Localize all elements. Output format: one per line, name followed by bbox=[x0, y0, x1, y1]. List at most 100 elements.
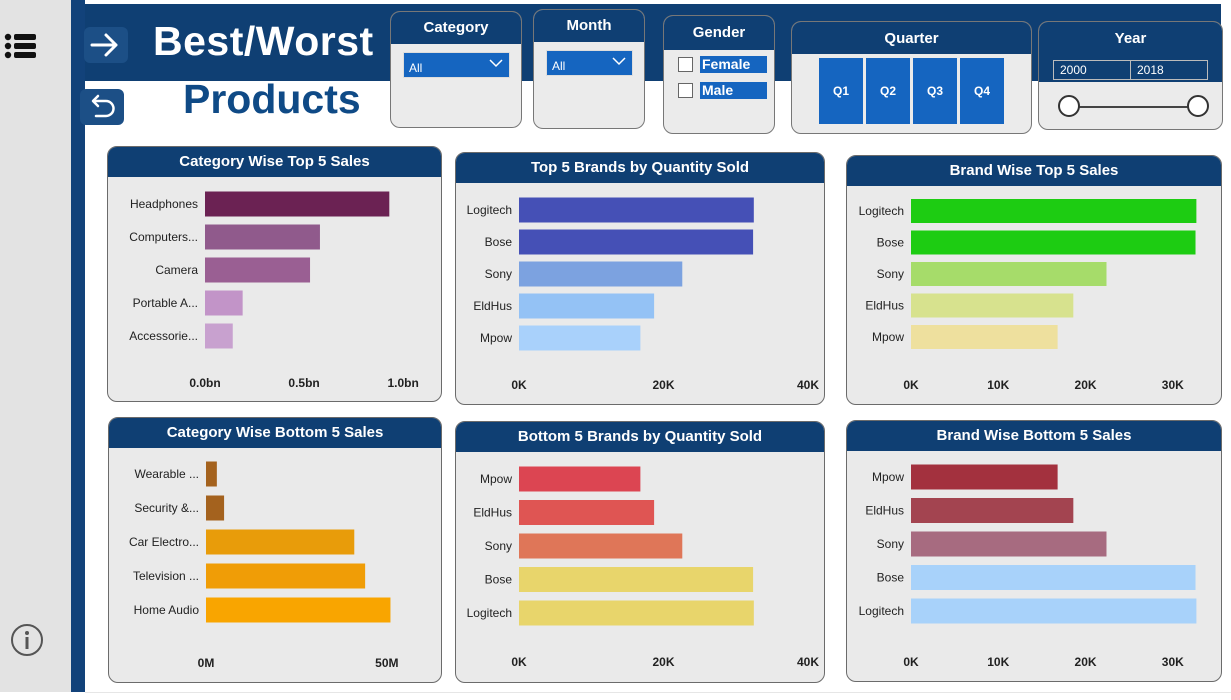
checkbox[interactable] bbox=[678, 57, 693, 72]
bar bbox=[519, 533, 683, 559]
bar bbox=[911, 531, 1107, 557]
x-tick-label: 40K bbox=[797, 378, 819, 392]
category-label: Sony bbox=[485, 267, 512, 281]
category-label: Logitech bbox=[859, 604, 904, 618]
x-tick-label: 20K bbox=[1075, 378, 1097, 392]
quarter-slicer: Quarter Q1 Q2 Q3 Q4 bbox=[791, 21, 1032, 134]
x-tick-label: 30K bbox=[1162, 378, 1184, 392]
bar bbox=[911, 565, 1196, 590]
category-label: Sony bbox=[485, 539, 512, 553]
category-label: Television ... bbox=[133, 569, 199, 583]
category-label: Bose bbox=[485, 235, 513, 249]
x-tick-label: 0K bbox=[511, 655, 527, 669]
category-label: EldHus bbox=[473, 299, 512, 313]
category-label: Mpow bbox=[872, 470, 904, 484]
category-dropdown[interactable]: All bbox=[403, 52, 510, 78]
quarter-button-q3[interactable]: Q3 bbox=[913, 58, 957, 124]
year-from-input[interactable]: 2000 bbox=[1053, 60, 1131, 80]
bar bbox=[519, 197, 754, 223]
year-to-input[interactable]: 2018 bbox=[1130, 60, 1208, 80]
category-label: Bose bbox=[485, 573, 513, 587]
back-arrow-icon bbox=[91, 94, 115, 118]
chart-plot: Logitech Bose Sony EldHus Mpow 0K 20K 40K bbox=[467, 197, 819, 392]
bar bbox=[205, 323, 233, 349]
x-tick-label: 20K bbox=[652, 655, 674, 669]
left-nav-rail bbox=[0, 0, 72, 692]
bar bbox=[205, 290, 243, 316]
x-tick-label: 20K bbox=[652, 378, 674, 392]
bar bbox=[911, 325, 1058, 349]
chart-category-top5: Category Wise Top 5 Sales Headphones Comp… bbox=[107, 146, 442, 402]
year-slicer: Year 2000 2018 bbox=[1038, 21, 1223, 130]
bar bbox=[519, 500, 655, 525]
year-slider-end-handle[interactable] bbox=[1187, 95, 1209, 117]
bar bbox=[911, 199, 1197, 223]
month-slicer-label: Month bbox=[534, 10, 644, 42]
chart-brand-qty-top5: Top 5 Brands by Quantity Sold Logitech Bo… bbox=[455, 152, 825, 405]
arrow-right-icon bbox=[90, 33, 118, 57]
category-label: Bose bbox=[877, 571, 905, 585]
chart-plot: Mpow EldHus Sony Bose Logitech 0K 10K 20K 30K bbox=[859, 464, 1197, 669]
bar bbox=[206, 597, 391, 623]
bar bbox=[519, 229, 754, 255]
x-tick-label: 10K bbox=[987, 378, 1009, 392]
bar bbox=[519, 261, 683, 287]
x-tick-label: 0K bbox=[903, 378, 919, 392]
forward-button[interactable] bbox=[84, 27, 128, 63]
x-tick-label: 0.0bn bbox=[189, 376, 220, 390]
category-label: EldHus bbox=[473, 506, 512, 520]
chart-plot: Logitech Bose Sony EldHus Mpow 0K 10K 20K 30K bbox=[859, 199, 1197, 392]
chart-plot: Headphones Computers... Camera Portable A..… bbox=[129, 191, 419, 390]
year-slider-track bbox=[1069, 106, 1199, 108]
year-slicer-label: Year bbox=[1039, 22, 1222, 54]
menu-icon[interactable] bbox=[4, 32, 38, 60]
chart-category-bottom5: Category Wise Bottom 5 Sales Wearable ..… bbox=[108, 417, 442, 683]
quarter-button-q2[interactable]: Q2 bbox=[866, 58, 910, 124]
page-subtitle: Products bbox=[183, 76, 361, 122]
bar bbox=[911, 230, 1196, 255]
x-tick-label: 30K bbox=[1162, 655, 1184, 669]
chart-brand-qty-bottom5: Bottom 5 Brands by Quantity Sold Mpow Eld… bbox=[455, 421, 825, 683]
category-label: Headphones bbox=[130, 197, 198, 211]
x-tick-label: 0M bbox=[198, 656, 215, 670]
bar bbox=[519, 293, 655, 319]
category-label: Accessorie... bbox=[129, 329, 198, 343]
gender-slicer: Gender Female Male bbox=[663, 15, 775, 134]
month-dropdown[interactable]: All bbox=[546, 50, 633, 76]
category-label: Mpow bbox=[480, 472, 512, 486]
x-tick-label: 50M bbox=[375, 656, 398, 670]
chart-plot: Wearable ... Security &... Car Electro... T… bbox=[129, 461, 399, 670]
back-button[interactable] bbox=[80, 89, 124, 125]
bar bbox=[206, 461, 217, 487]
bar bbox=[205, 224, 320, 250]
info-icon[interactable] bbox=[10, 623, 44, 657]
x-tick-label: 0.5bn bbox=[288, 376, 319, 390]
category-label: EldHus bbox=[865, 504, 904, 518]
x-tick-label: 10K bbox=[987, 655, 1009, 669]
category-label: Logitech bbox=[859, 204, 904, 218]
category-label: Logitech bbox=[467, 606, 512, 620]
category-label: Sony bbox=[877, 537, 904, 551]
bar bbox=[205, 191, 390, 217]
category-slicer-label: Category bbox=[391, 12, 521, 44]
quarter-slicer-label: Quarter bbox=[792, 22, 1031, 54]
page-title: Best/Worst bbox=[153, 18, 374, 64]
bar bbox=[206, 529, 355, 555]
x-tick-label: 40K bbox=[797, 655, 819, 669]
checkbox[interactable] bbox=[678, 83, 693, 98]
category-label: Bose bbox=[877, 236, 905, 250]
category-label: Computers... bbox=[129, 230, 198, 244]
category-label: Car Electro... bbox=[129, 535, 199, 549]
bar bbox=[911, 464, 1058, 490]
month-dropdown-value: All bbox=[552, 59, 566, 73]
quarter-button-q4[interactable]: Q4 bbox=[960, 58, 1004, 124]
x-tick-label: 0K bbox=[903, 655, 919, 669]
quarter-button-q1[interactable]: Q1 bbox=[819, 58, 863, 124]
category-label: Home Audio bbox=[134, 603, 200, 617]
bar bbox=[911, 262, 1107, 286]
bar bbox=[911, 598, 1197, 624]
bar bbox=[519, 567, 754, 592]
year-slider-start-handle[interactable] bbox=[1058, 95, 1080, 117]
category-slicer: Category All bbox=[390, 11, 522, 128]
category-label: Security &... bbox=[134, 501, 199, 515]
